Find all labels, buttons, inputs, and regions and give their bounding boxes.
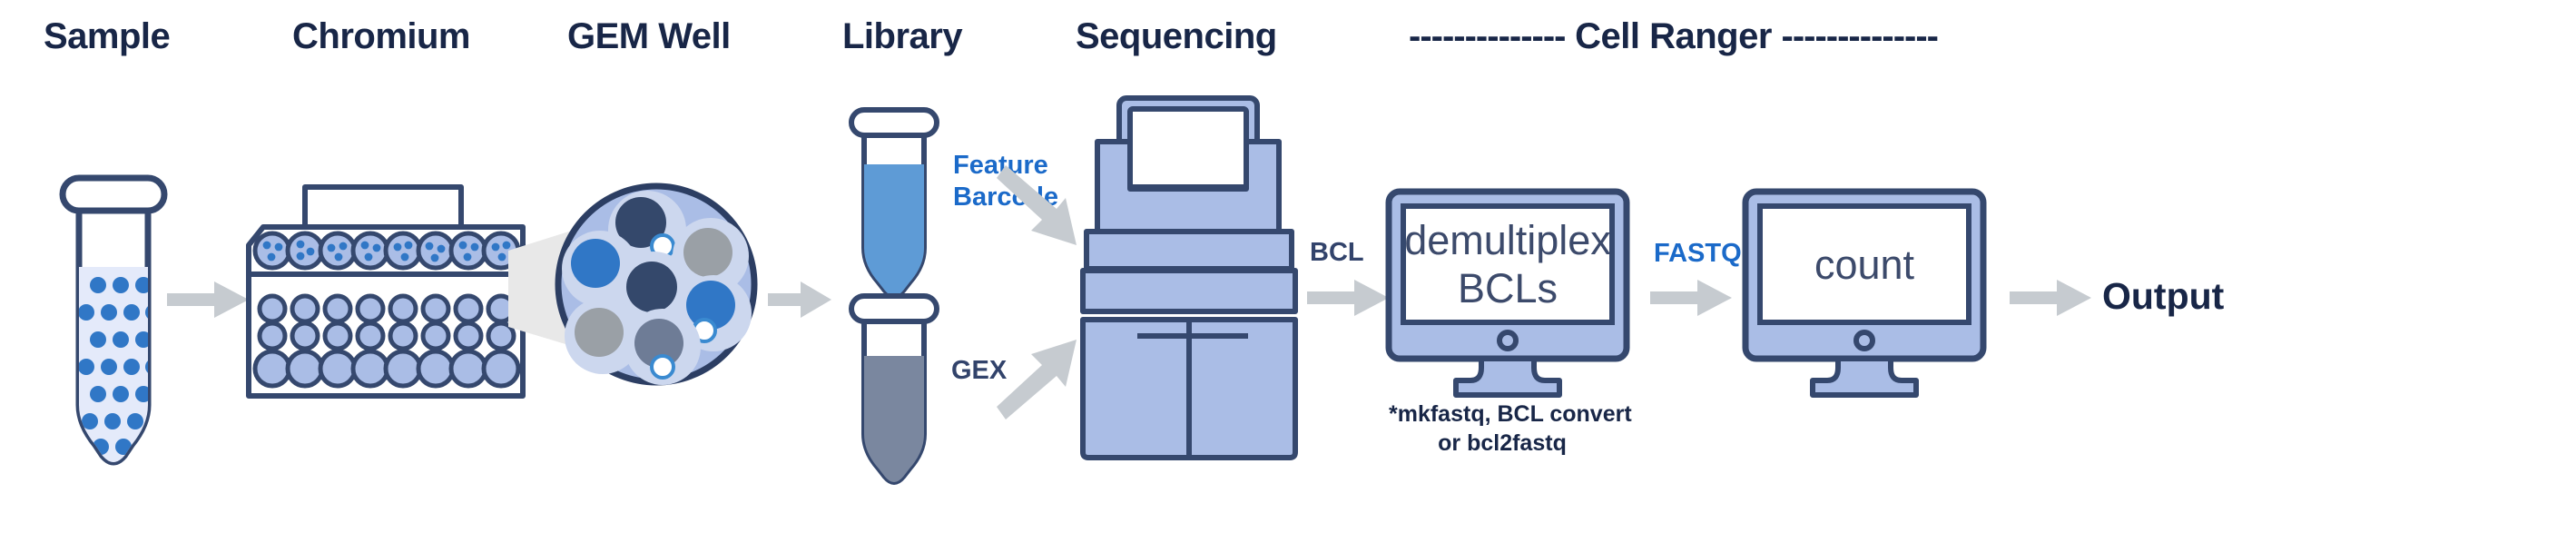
- arrow-gem-to-library: [768, 281, 831, 318]
- monitor-count-screen-text: count: [1760, 241, 1969, 289]
- monitor-count: [1742, 188, 1987, 398]
- stage-title-sample: Sample: [44, 16, 171, 56]
- stage-title-library: Library: [842, 16, 963, 56]
- bcl-label: BCL: [1310, 238, 1364, 267]
- stage-title-chromium: Chromium: [292, 16, 471, 56]
- gem-bead-7: [624, 309, 701, 385]
- fastq-label: FASTQ: [1654, 239, 1742, 268]
- demultiplex-line-1: demultiplex: [1404, 217, 1611, 263]
- cell-ranger-label: Cell Ranger: [1565, 16, 1782, 56]
- stage-title-sequencing: Sequencing: [1076, 16, 1277, 56]
- stage-title-gem-well: GEM Well: [567, 16, 731, 56]
- arrow-fastq: [1650, 280, 1732, 316]
- sequencer: [1080, 95, 1298, 460]
- cell-ranger-dash-left: --------------: [1409, 16, 1566, 56]
- monitor-demultiplex-screen-text: demultiplex BCLs: [1403, 216, 1612, 312]
- monitor-demultiplex-caption: *mkfastq, BCL convert or bcl2fastq: [1389, 400, 1632, 458]
- demultiplex-caption-line-1: *mkfastq, BCL convert: [1389, 401, 1632, 427]
- cell-ranger-dash-right: --------------: [1781, 16, 1939, 56]
- demultiplex-caption-line-2: or bcl2fastq: [1438, 430, 1567, 456]
- count-line-1: count: [1814, 242, 1915, 288]
- output-label: Output: [2102, 275, 2225, 317]
- gem-well: [555, 183, 758, 386]
- chromium-chip: [246, 184, 526, 399]
- cell-ranger-header: -------------- Cell Ranger -------------…: [1409, 16, 1939, 57]
- arrow-to-output: [2010, 280, 2091, 316]
- library-tube-feature-barcode: [849, 107, 939, 299]
- arrow-bcl: [1307, 280, 1389, 316]
- sample-tube: [59, 174, 168, 466]
- demultiplex-line-2: BCLs: [1457, 265, 1558, 312]
- library-tube-gex: [849, 293, 939, 485]
